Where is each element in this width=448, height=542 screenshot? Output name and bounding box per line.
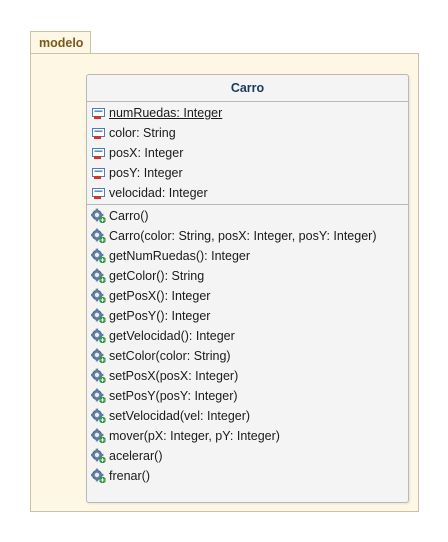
public-operation-icon: [91, 208, 106, 224]
class-name: Carro: [230, 81, 265, 95]
operation-text: frenar(): [109, 469, 150, 483]
public-operation-icon: [91, 308, 106, 324]
operation-row[interactable]: acelerar(): [91, 446, 163, 466]
public-operation-icon: [91, 268, 106, 284]
operation-text: setPosY(posY: Integer): [109, 389, 238, 403]
public-operation-icon: [91, 228, 106, 244]
attribute-row[interactable]: posY: Integer: [91, 163, 183, 183]
attribute-text: color: String: [109, 126, 176, 140]
operation-row[interactable]: setPosX(posX: Integer): [91, 366, 238, 386]
operation-text: setPosX(posX: Integer): [109, 369, 239, 383]
public-operation-icon: [91, 428, 106, 444]
class-name-separator: [87, 101, 408, 102]
operation-text: Carro(): [109, 209, 149, 223]
attribute-row[interactable]: color: String: [91, 123, 176, 143]
attribute-row[interactable]: posX: Integer: [91, 143, 183, 163]
operation-text: getNumRuedas(): Integer: [109, 249, 251, 263]
private-field-icon: [91, 105, 106, 121]
attributes-separator: [87, 204, 408, 205]
operation-row[interactable]: getVelocidad(): Integer: [91, 326, 235, 346]
private-field-icon: [91, 125, 106, 141]
public-operation-icon: [91, 468, 106, 484]
operation-row[interactable]: Carro(): [91, 206, 149, 226]
operation-text: mover(pX: Integer, pY: Integer): [109, 429, 280, 443]
attribute-text: posX: Integer: [109, 146, 184, 160]
class-box-carro[interactable]: Carro numRuedas: Integer color: String pos…: [86, 74, 409, 503]
attribute-row[interactable]: numRuedas: Integer: [91, 103, 222, 123]
operation-text: acelerar(): [109, 449, 163, 463]
attribute-text: numRuedas: Integer: [109, 106, 223, 120]
private-field-icon: [91, 185, 106, 201]
public-operation-icon: [91, 368, 106, 384]
public-operation-icon: [91, 408, 106, 424]
operation-row[interactable]: setPosY(posY: Integer): [91, 386, 238, 406]
attribute-row[interactable]: velocidad: Integer: [91, 183, 208, 203]
package-name: modelo: [39, 36, 84, 50]
operation-text: setVelocidad(vel: Integer): [109, 409, 251, 423]
attribute-text: posY: Integer: [109, 166, 183, 180]
public-operation-icon: [91, 248, 106, 264]
operation-row[interactable]: getPosY(): Integer: [91, 306, 210, 326]
operation-row[interactable]: Carro(color: String, posX: Integer, posY…: [91, 226, 377, 246]
operation-text: getPosY(): Integer: [109, 309, 211, 323]
operation-text: getColor(): String: [109, 269, 205, 283]
operation-text: getVelocidad(): Integer: [109, 329, 235, 343]
public-operation-icon: [91, 348, 106, 364]
private-field-icon: [91, 165, 106, 181]
operation-text: getPosX(): Integer: [109, 289, 211, 303]
operation-row[interactable]: mover(pX: Integer, pY: Integer): [91, 426, 280, 446]
operation-row[interactable]: setColor(color: String): [91, 346, 231, 366]
private-field-icon: [91, 145, 106, 161]
attribute-text: velocidad: Integer: [109, 186, 208, 200]
operation-row[interactable]: frenar(): [91, 466, 150, 486]
operation-text: setColor(color: String): [109, 349, 231, 363]
public-operation-icon: [91, 388, 106, 404]
operation-text: Carro(color: String, posX: Integer, posY…: [109, 229, 377, 243]
public-operation-icon: [91, 288, 106, 304]
public-operation-icon: [91, 328, 106, 344]
operation-row[interactable]: setVelocidad(vel: Integer): [91, 406, 250, 426]
operation-row[interactable]: getColor(): String: [91, 266, 204, 286]
operation-row[interactable]: getPosX(): Integer: [91, 286, 210, 306]
public-operation-icon: [91, 448, 106, 464]
package-tab[interactable]: modelo: [30, 31, 91, 53]
operation-row[interactable]: getNumRuedas(): Integer: [91, 246, 250, 266]
